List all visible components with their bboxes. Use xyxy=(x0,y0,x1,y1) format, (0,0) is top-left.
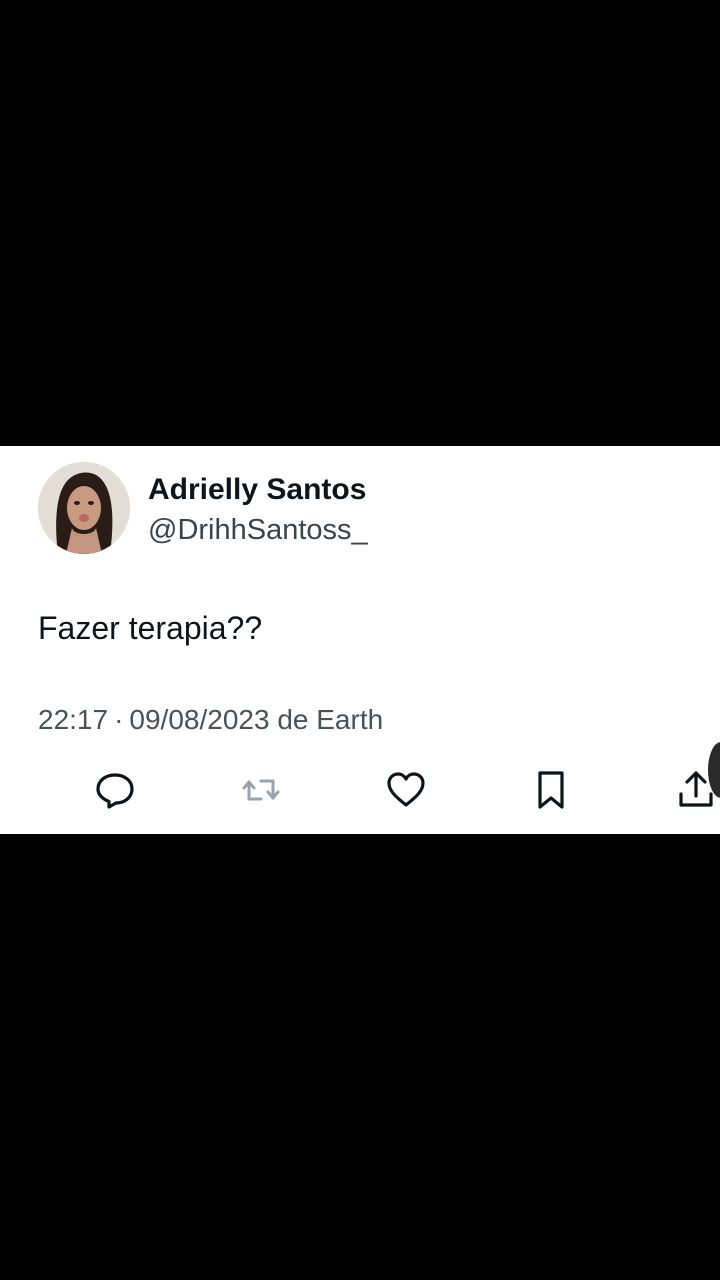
meta-separator: · xyxy=(114,704,124,735)
user-info: Adrielly Santos @DrihhSantoss_ xyxy=(148,472,368,548)
screen: Adrielly Santos @DrihhSantoss_ Fazer ter… xyxy=(0,0,720,1280)
tweet-text: Fazer terapia?? xyxy=(38,610,263,646)
tweet-card[interactable]: Adrielly Santos @DrihhSantoss_ Fazer ter… xyxy=(0,446,720,834)
bottom-letterbox xyxy=(0,834,720,1280)
tweet-time: 22:17 xyxy=(38,704,109,735)
tweet-meta: 22:17 · 09/08/2023 de Earth xyxy=(38,702,383,738)
user-handle[interactable]: @DrihhSantoss_ xyxy=(148,512,368,548)
retweet-icon xyxy=(241,770,281,810)
avatar[interactable] xyxy=(38,462,130,554)
bookmark-icon xyxy=(531,770,571,810)
reply-icon xyxy=(95,770,135,810)
heart-icon xyxy=(386,770,426,810)
retweet-button[interactable] xyxy=(237,766,285,814)
bookmark-button[interactable] xyxy=(527,766,575,814)
reply-button[interactable] xyxy=(91,766,139,814)
action-bar xyxy=(0,766,720,814)
top-letterbox xyxy=(0,0,720,446)
tweet-date-source: 09/08/2023 de Earth xyxy=(129,704,384,735)
like-button[interactable] xyxy=(382,766,430,814)
display-name[interactable]: Adrielly Santos xyxy=(148,472,368,508)
